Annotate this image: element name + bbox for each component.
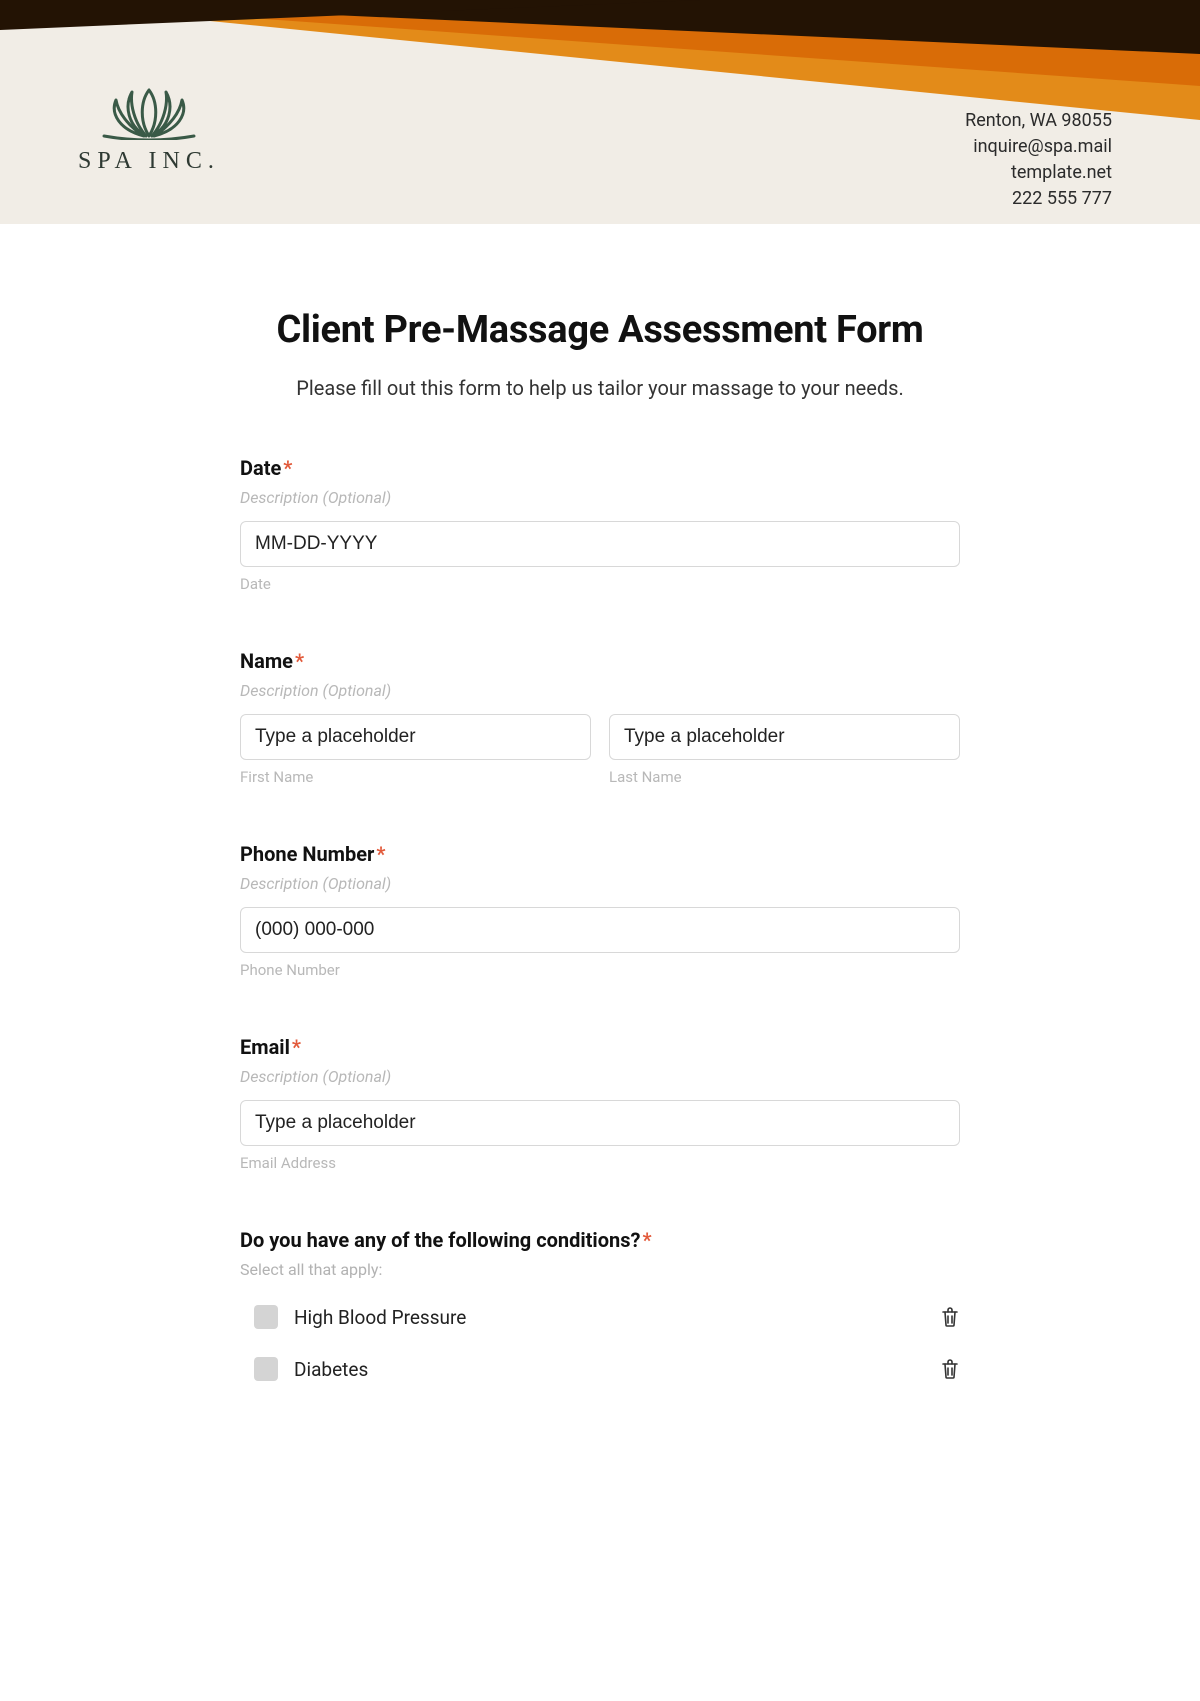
conditions-label: Do you have any of the following conditi… bbox=[240, 1228, 960, 1252]
email-description[interactable]: Description (Optional) bbox=[240, 1067, 960, 1086]
contact-website: template.net bbox=[965, 160, 1112, 186]
date-description[interactable]: Description (Optional) bbox=[240, 488, 960, 507]
field-phone: Phone Number* Description (Optional) Pho… bbox=[240, 842, 960, 979]
email-label: Email* bbox=[240, 1035, 960, 1059]
contact-address: Renton, WA 98055 bbox=[965, 108, 1112, 134]
brand-name: SPA INC. bbox=[78, 148, 220, 175]
condition-option: High Blood Pressure bbox=[240, 1297, 960, 1337]
lotus-icon bbox=[78, 84, 220, 140]
required-asterisk: * bbox=[295, 649, 304, 673]
date-input[interactable] bbox=[240, 521, 960, 567]
conditions-helper: Select all that apply: bbox=[240, 1260, 960, 1279]
phone-input[interactable] bbox=[240, 907, 960, 953]
contact-phone: 222 555 777 bbox=[965, 186, 1112, 212]
field-email: Email* Description (Optional) Email Addr… bbox=[240, 1035, 960, 1172]
last-name-input[interactable] bbox=[609, 714, 960, 760]
phone-sublabel: Phone Number bbox=[240, 961, 960, 979]
email-sublabel: Email Address bbox=[240, 1154, 960, 1172]
form-subtitle: Please fill out this form to help us tai… bbox=[240, 376, 960, 400]
header-banner: SPA INC. Renton, WA 98055 inquire@spa.ma… bbox=[0, 0, 1200, 224]
banner-stripe bbox=[0, 0, 700, 30]
checkbox[interactable] bbox=[254, 1357, 278, 1381]
required-asterisk: * bbox=[283, 456, 292, 480]
form-title: Client Pre-Massage Assessment Form bbox=[240, 308, 960, 352]
phone-label: Phone Number* bbox=[240, 842, 960, 866]
brand-logo: SPA INC. bbox=[78, 84, 220, 175]
name-description[interactable]: Description (Optional) bbox=[240, 681, 960, 700]
required-asterisk: * bbox=[376, 842, 385, 866]
form-container: Client Pre-Massage Assessment Form Pleas… bbox=[240, 224, 960, 1389]
field-name: Name* Description (Optional) First Name … bbox=[240, 649, 960, 786]
contact-info: Renton, WA 98055 inquire@spa.mail templa… bbox=[965, 108, 1112, 212]
date-sublabel: Date bbox=[240, 575, 960, 593]
condition-option-label[interactable]: Diabetes bbox=[294, 1358, 940, 1381]
first-name-input[interactable] bbox=[240, 714, 591, 760]
date-label: Date* bbox=[240, 456, 960, 480]
checkbox[interactable] bbox=[254, 1305, 278, 1329]
contact-email: inquire@spa.mail bbox=[965, 134, 1112, 160]
trash-icon[interactable] bbox=[940, 1306, 960, 1328]
condition-option-label[interactable]: High Blood Pressure bbox=[294, 1306, 940, 1329]
condition-option: Diabetes bbox=[240, 1349, 960, 1389]
first-name-sublabel: First Name bbox=[240, 768, 591, 786]
required-asterisk: * bbox=[642, 1228, 651, 1252]
field-date: Date* Description (Optional) Date bbox=[240, 456, 960, 593]
field-conditions: Do you have any of the following conditi… bbox=[240, 1228, 960, 1389]
email-input[interactable] bbox=[240, 1100, 960, 1146]
last-name-sublabel: Last Name bbox=[609, 768, 960, 786]
trash-icon[interactable] bbox=[940, 1358, 960, 1380]
required-asterisk: * bbox=[292, 1035, 301, 1059]
phone-description[interactable]: Description (Optional) bbox=[240, 874, 960, 893]
name-label: Name* bbox=[240, 649, 960, 673]
